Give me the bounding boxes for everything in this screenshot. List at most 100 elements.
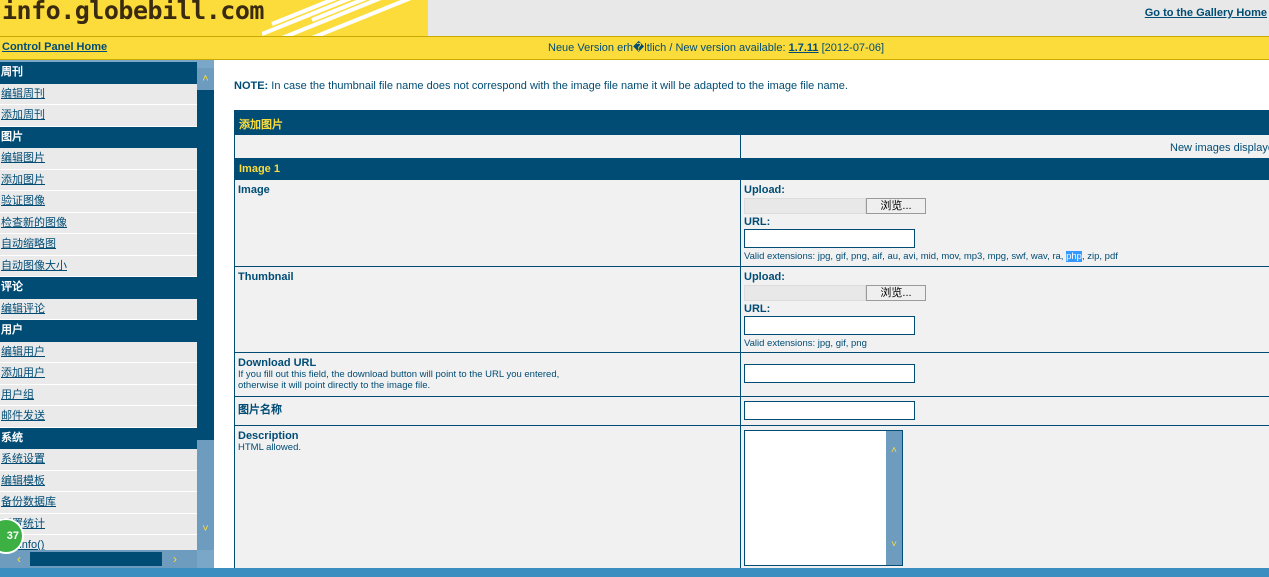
image-name-label: 图片名称 [238,404,282,416]
download-url-input[interactable] [744,364,915,383]
sidebar-item-link[interactable]: 系统设置 [1,453,45,465]
scroll-thumb[interactable] [30,552,162,566]
sidebar-item-link[interactable]: 编辑评论 [1,303,45,315]
sidebar-section-title: 图片 [0,127,197,148]
note-body: In case the thumbnail file name does not… [271,80,848,92]
sidebar-item-link[interactable]: 备份数据库 [1,496,56,508]
scroll-down-icon[interactable]: ˅ [197,520,214,538]
sidebar-item[interactable]: 编辑用户 [0,341,197,363]
textarea-scrollbar[interactable]: ˄ ˅ [886,431,902,565]
sidebar-item[interactable]: 备份数据库 [0,492,197,514]
scroll-up-icon[interactable]: ˄ [886,445,902,456]
status-bar [0,568,1269,577]
sidebar-item[interactable]: 自动缩略图 [0,234,197,256]
sidebar-item-link[interactable]: 检查新的图像 [1,217,67,229]
image-section-header: Image 1 [235,159,1269,180]
image-section-title: Image 1 [239,163,280,175]
upload-label: Upload: [744,271,785,283]
sidebar-menu: 周刊 编辑周刊 添加周刊 图片 编辑图片 添加图片 验证图像 检查新的图像 自动… [0,62,197,550]
logo-stripes [262,0,428,36]
control-panel-home-link[interactable]: Control Panel Home [2,41,107,53]
description-row: Description HTML allowed. ˄ ˅ [235,426,1269,570]
main-content: NOTE: In case the thumbnail file name do… [214,60,1269,577]
sidebar-item[interactable]: 系统设置 [0,449,197,471]
sidebar-item[interactable]: 编辑图片 [0,148,197,170]
sidebar-vertical-scrollbar[interactable]: ˄ ˅ [197,68,214,550]
scroll-down-icon[interactable]: ˅ [886,539,902,550]
sidebar-item-link[interactable]: 编辑图片 [1,152,45,164]
sidebar-item[interactable]: 添加图片 [0,169,197,191]
control-bar: Control Panel Home Neue Version erh�ltli… [0,36,1269,60]
sidebar-item[interactable]: 检查新的图像 [0,212,197,234]
sidebar-item[interactable]: 编辑周刊 [0,83,197,105]
sidebar-item-link[interactable]: 添加周刊 [1,109,45,121]
sidebar-item[interactable]: 编辑模板 [0,470,197,492]
download-url-row: Download URL If you fill out this field,… [235,353,1269,397]
sidebar-item-link[interactable]: 用户组 [1,389,34,401]
version-number-link[interactable]: 1.7.11 [789,42,819,54]
url-label: URL: [744,216,771,228]
sidebar-item-link[interactable]: 编辑周刊 [1,88,45,100]
image-file-input[interactable] [744,198,866,214]
note-text: NOTE: In case the thumbnail file name do… [234,80,848,92]
sidebar: 周刊 编辑周刊 添加周刊 图片 编辑图片 添加图片 验证图像 检查新的图像 自动… [0,60,214,577]
image-name-input[interactable] [744,401,915,420]
thumbnail-label: Thumbnail [238,271,294,283]
sidebar-item[interactable]: 邮件发送 [0,406,197,428]
description-help: HTML allowed. [238,442,302,453]
add-image-form: 添加图片 New images displaye Image 1 Image U… [234,110,1269,570]
new-images-text: New images displaye [1170,142,1269,154]
sidebar-item[interactable]: 编辑评论 [0,298,197,320]
scroll-up-icon[interactable]: ˄ [197,70,214,88]
sidebar-section-title: 用户 [0,320,197,342]
sidebar-item-link[interactable]: 自动图像大小 [1,260,67,272]
image-browse-button[interactable]: 浏览... [866,198,926,214]
sidebar-section-title: 系统 [0,428,197,449]
upload-label: Upload: [744,184,785,196]
sidebar-item-link[interactable]: 编辑模板 [1,475,45,487]
download-url-help-2: otherwise it will point directly to the … [238,380,431,391]
thumbnail-row: Thumbnail Upload: 浏览... URL: Valid exten… [235,267,1269,353]
version-date: [2012-07-06] [821,42,885,54]
thumbnail-file-input[interactable] [744,285,866,301]
sidebar-item-link[interactable]: 添加图片 [1,174,45,186]
image-valid-extensions: Valid extensions: jpg, gif, png, aif, au… [744,251,1118,262]
thumbnail-url-input[interactable] [744,316,915,335]
scroll-thumb[interactable] [197,90,214,440]
sidebar-item-link[interactable]: 编辑用户 [1,346,45,358]
gallery-home-link[interactable]: Go to the Gallery Home [1145,7,1267,19]
sidebar-item[interactable]: 添加用户 [0,363,197,385]
sidebar-item[interactable]: 添加周刊 [0,105,197,127]
note-label: NOTE: [234,80,269,92]
sidebar-item-link[interactable]: 添加用户 [1,367,45,379]
sidebar-item-link[interactable]: 邮件发送 [1,410,45,422]
download-url-help-1: If you fill out this field, the download… [238,369,560,380]
version-prefix: Neue Version erh�ltlich / New version av… [548,42,786,54]
sidebar-horizontal-scrollbar[interactable]: ‹ › [0,550,197,568]
description-textarea[interactable]: ˄ ˅ [744,430,903,566]
info-row: New images displaye [235,135,1269,159]
sidebar-item[interactable]: 用户组 [0,384,197,406]
version-notice: Neue Version erh�ltlich / New version av… [548,41,884,54]
url-label: URL: [744,303,771,315]
form-title: 添加图片 [235,110,1269,135]
image-label: Image [238,184,270,196]
sidebar-item-link[interactable]: 验证图像 [1,195,45,207]
sidebar-item[interactable]: 自动图像大小 [0,255,197,277]
sidebar-item[interactable]: phpinfo() [0,535,197,550]
image-url-input[interactable] [744,229,915,248]
sidebar-section-title: 周刊 [0,62,197,84]
thumbnail-browse-button[interactable]: 浏览... [866,285,926,301]
highlighted-extension: php [1066,251,1082,262]
form-title-text: 添加图片 [239,119,283,131]
thumbnail-valid-extensions: Valid extensions: jpg, gif, png [744,338,867,349]
sidebar-item-link[interactable]: 自动缩略图 [1,238,56,250]
sidebar-item[interactable]: 配置统计 [0,513,197,535]
image-row: Image Upload: 浏览... URL: Valid extension… [235,180,1269,267]
image-name-row: 图片名称 [235,397,1269,426]
sidebar-section-title: 评论 [0,277,197,299]
sidebar-item[interactable]: 验证图像 [0,191,197,213]
scroll-right-icon[interactable]: › [166,550,184,568]
top-header: info.globebill.com Go to the Gallery Hom… [0,0,1269,36]
site-logo[interactable]: info.globebill.com [0,0,428,36]
